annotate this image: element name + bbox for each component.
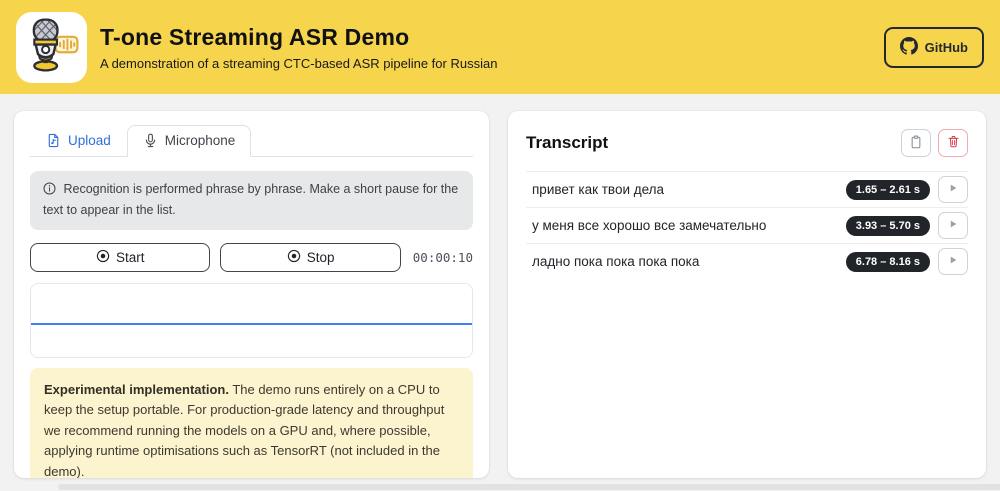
time-badge: 6.78 – 8.16 s — [846, 252, 930, 272]
transcript-actions — [901, 129, 968, 157]
tab-upload-label: Upload — [68, 133, 111, 148]
tab-microphone[interactable]: Microphone — [127, 125, 252, 157]
waveform-line — [31, 323, 472, 325]
copy-transcript-button[interactable] — [901, 129, 931, 157]
experimental-note-title: Experimental implementation. — [44, 382, 229, 397]
brand: T-one Streaming ASR Demo A demonstration… — [16, 12, 497, 83]
info-icon — [43, 184, 59, 198]
github-button[interactable]: GitHub — [884, 27, 984, 68]
horizontal-scrollbar[interactable] — [0, 483, 1000, 491]
clear-transcript-button[interactable] — [938, 129, 968, 157]
experimental-note: Experimental implementation. The demo ru… — [30, 368, 473, 478]
stop-button[interactable]: Stop — [220, 243, 400, 272]
transcript-text: у меня все хорошо все замечательно — [532, 218, 846, 233]
github-icon — [900, 37, 918, 58]
play-segment-button[interactable] — [938, 248, 968, 275]
transcript-row: ладно пока пока пока пока 6.78 – 8.16 s — [526, 243, 968, 279]
scrollbar-thumb[interactable] — [58, 484, 1000, 490]
microphone-icon — [143, 133, 158, 148]
recording-timer: 00:00:10 — [411, 250, 473, 265]
microphone-logo-icon — [23, 16, 81, 79]
page-subtitle: A demonstration of a streaming CTC-based… — [100, 56, 497, 71]
transcript-header: Transcript — [526, 129, 968, 157]
time-badge: 3.93 – 5.70 s — [846, 216, 930, 236]
tab-microphone-label: Microphone — [165, 133, 236, 148]
info-alert: Recognition is performed phrase by phras… — [30, 171, 473, 230]
transcript-title: Transcript — [526, 133, 608, 153]
brand-text: T-one Streaming ASR Demo A demonstration… — [100, 24, 497, 71]
info-alert-text: Recognition is performed phrase by phras… — [43, 182, 458, 217]
app-header: T-one Streaming ASR Demo A demonstration… — [0, 0, 1000, 94]
recorder-panel: Upload Microphone — [14, 111, 489, 478]
play-icon — [947, 218, 959, 233]
play-icon — [947, 254, 959, 269]
transcript-panel: Transcript — [508, 111, 986, 478]
clipboard-icon — [909, 135, 923, 152]
transcript-row: у меня все хорошо все замечательно 3.93 … — [526, 207, 968, 243]
tab-upload[interactable]: Upload — [30, 125, 127, 157]
transcript-text: ладно пока пока пока пока — [532, 254, 846, 269]
time-badge: 1.65 – 2.61 s — [846, 180, 930, 200]
transcript-text: привет как твои дела — [532, 182, 846, 197]
play-segment-button[interactable] — [938, 212, 968, 239]
record-icon — [96, 249, 110, 266]
stop-button-label: Stop — [307, 250, 335, 265]
github-button-label: GitHub — [925, 40, 968, 55]
waveform-display — [30, 283, 473, 358]
record-controls: Start Stop 00:00:10 — [30, 243, 473, 272]
play-segment-button[interactable] — [938, 176, 968, 203]
start-button-label: Start — [116, 250, 145, 265]
page-title: T-one Streaming ASR Demo — [100, 24, 497, 51]
play-icon — [947, 182, 959, 197]
main-content: Upload Microphone — [0, 94, 1000, 478]
trash-icon — [947, 135, 960, 151]
start-button[interactable]: Start — [30, 243, 210, 272]
transcript-row: привет как твои дела 1.65 – 2.61 s — [526, 171, 968, 207]
tab-bar: Upload Microphone — [30, 125, 473, 157]
app-logo — [16, 12, 87, 83]
file-music-icon — [46, 133, 61, 148]
record-icon — [287, 249, 301, 266]
transcript-rows: привет как твои дела 1.65 – 2.61 s у мен… — [526, 171, 968, 279]
